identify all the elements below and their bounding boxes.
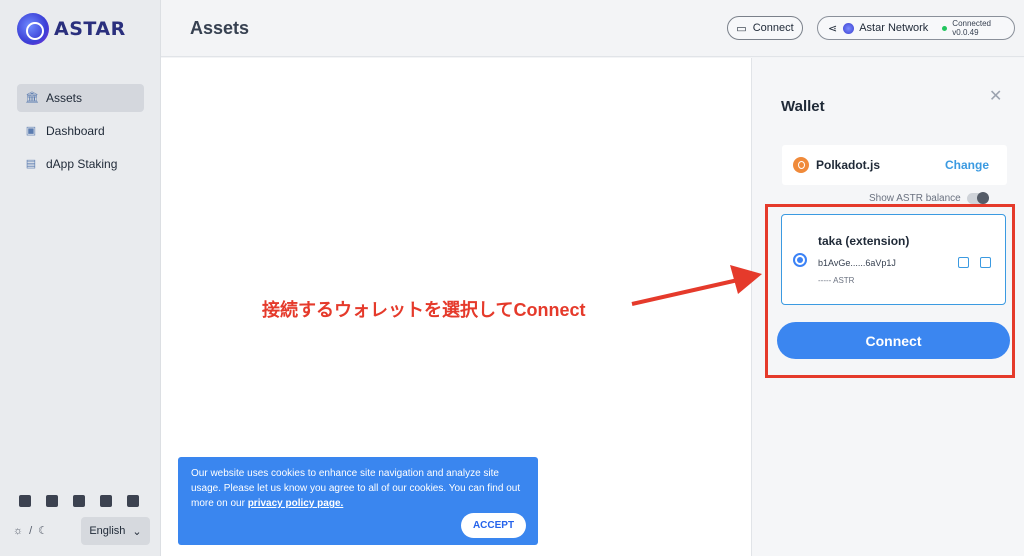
sidebar: ASTAR 🏛 Assets ▣ Dashboard ▤ dApp Stakin… (0, 0, 161, 556)
theme-separator: / (29, 524, 33, 537)
discord-icon[interactable] (73, 495, 85, 507)
change-wallet-link[interactable]: Change (945, 158, 989, 172)
version-label: v0.0.49 (952, 28, 979, 37)
annotation-text: 接続するウォレットを選択してConnect (262, 300, 586, 320)
brand-name: ASTAR (54, 18, 126, 40)
connection-status: Connected v0.0.49 (942, 19, 991, 37)
telegram-icon[interactable] (46, 495, 58, 507)
chevron-down-icon: ⌄ (132, 525, 142, 538)
astar-network-icon (843, 22, 855, 34)
header-connect-button[interactable]: ▭ Connect (727, 16, 803, 40)
sidebar-item-dashboard[interactable]: ▣ Dashboard (17, 117, 144, 145)
page-title: Assets (190, 18, 250, 38)
cookie-banner: Our website uses cookies to enhance site… (178, 457, 538, 545)
extension-name: Polkadot.js (816, 158, 881, 172)
annotation-highlight-box (765, 204, 1015, 378)
sidebar-item-label: dApp Staking (46, 157, 118, 171)
annotation-arrow (631, 265, 762, 306)
share-icon: ⋖ (828, 22, 838, 35)
sidebar-item-dapp-staking[interactable]: ▤ dApp Staking (17, 150, 144, 178)
theme-toggle[interactable]: ☼ / ☾ (13, 524, 48, 538)
polkadot-icon (793, 157, 809, 173)
wallet-extension-card: Polkadot.js Change (782, 145, 1007, 185)
dashboard-icon: ▣ (25, 125, 37, 137)
social-links (19, 495, 139, 507)
network-name: Astar Network (859, 22, 929, 34)
twitter-icon[interactable] (19, 495, 31, 507)
wallet-icon: ▭ (736, 22, 747, 35)
status-dot (942, 25, 948, 31)
moon-icon[interactable]: ☾ (38, 524, 48, 537)
astar-logo-icon (17, 13, 49, 45)
language-value: English (89, 525, 126, 537)
show-balance-toggle[interactable]: Show ASTR balance (869, 192, 989, 204)
privacy-policy-link[interactable]: privacy policy page. (248, 498, 344, 509)
sidebar-item-label: Dashboard (46, 124, 105, 138)
astar-logo[interactable]: ASTAR (17, 13, 126, 45)
sidebar-item-label: Assets (46, 91, 83, 105)
wallet-title: Wallet (781, 98, 825, 115)
language-select[interactable]: English ⌄ (81, 517, 150, 545)
header: Assets ▭ Connect ⋖ Astar Network Connect… (161, 0, 1024, 57)
show-balance-label: Show ASTR balance (869, 193, 961, 204)
close-icon[interactable]: ✕ (989, 86, 1002, 106)
bank-icon: 🏛 (25, 92, 39, 104)
accept-cookies-button[interactable]: ACCEPT (461, 513, 526, 538)
sidebar-item-assets[interactable]: 🏛 Assets (17, 84, 144, 112)
github-icon[interactable] (100, 495, 112, 507)
sun-icon[interactable]: ☼ (13, 525, 23, 537)
header-connect-label: Connect (752, 22, 794, 34)
cookie-message: Our website uses cookies to enhance site… (191, 468, 521, 509)
network-selector[interactable]: ⋖ Astar Network Connected v0.0.49 (817, 16, 1015, 40)
docs-icon[interactable] (127, 495, 139, 507)
sidebar-nav: 🏛 Assets ▣ Dashboard ▤ dApp Staking (17, 84, 144, 183)
staking-icon: ▤ (25, 158, 37, 170)
status-label: Connected (952, 19, 991, 28)
balance-switch[interactable] (966, 192, 989, 204)
